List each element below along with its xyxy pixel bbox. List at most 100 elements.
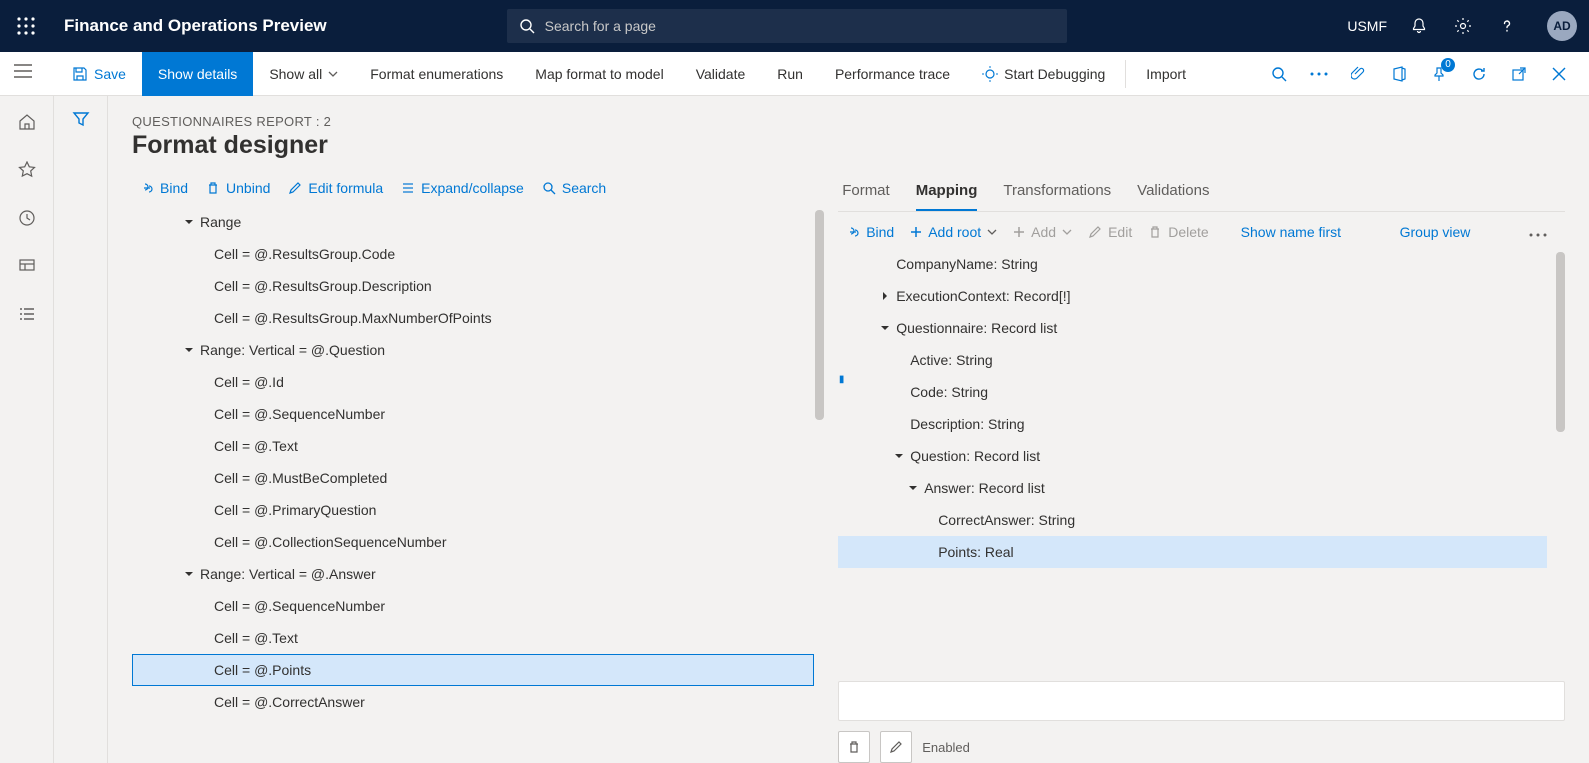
tree-search-button[interactable]: Search xyxy=(542,180,606,196)
save-button[interactable]: Save xyxy=(56,52,142,96)
app-title: Finance and Operations Preview xyxy=(64,16,327,36)
tree-row[interactable]: Cell = @.CollectionSequenceNumber xyxy=(132,526,814,558)
tree-row[interactable]: Cell = @.Text xyxy=(132,622,814,654)
tree-row[interactable]: Range: Vertical = @.Answer xyxy=(132,558,814,590)
search-icon xyxy=(542,181,556,195)
debug-icon xyxy=(982,66,998,82)
caret-down-icon[interactable] xyxy=(184,569,200,579)
avatar[interactable]: AD xyxy=(1547,11,1577,41)
performance-trace-button[interactable]: Performance trace xyxy=(819,52,966,96)
bind-button[interactable]: Bind xyxy=(140,180,188,196)
mapping-bind-button[interactable]: Bind xyxy=(846,224,894,240)
add-root-button[interactable]: Add root xyxy=(910,224,997,240)
tree-row[interactable]: Cell = @.ResultsGroup.Description xyxy=(132,270,814,302)
hamburger-icon[interactable] xyxy=(14,64,32,81)
help-icon[interactable] xyxy=(1495,14,1519,38)
tree-row[interactable]: Questionnaire: Record list xyxy=(838,312,1547,344)
popout-icon[interactable] xyxy=(1505,60,1533,88)
search-input[interactable] xyxy=(545,18,1055,34)
delete-enabled-button[interactable] xyxy=(838,731,870,763)
map-format-button[interactable]: Map format to model xyxy=(519,52,679,96)
tree-row[interactable]: Cell = @.CorrectAnswer xyxy=(132,686,814,718)
tree-label: Question: Record list xyxy=(910,448,1040,464)
tree-label: CompanyName: String xyxy=(896,256,1038,272)
tree-row[interactable]: ExecutionContext: Record[!] xyxy=(838,280,1547,312)
run-button[interactable]: Run xyxy=(761,52,819,96)
tree-row[interactable]: Cell = @.Text xyxy=(132,430,814,462)
scrollbar[interactable] xyxy=(1556,252,1565,432)
edit-enabled-button[interactable] xyxy=(880,731,912,763)
validate-button[interactable]: Validate xyxy=(680,52,762,96)
tab-validations[interactable]: Validations xyxy=(1137,174,1209,211)
start-debugging-button[interactable]: Start Debugging xyxy=(966,52,1121,96)
pin-icon[interactable]: 0 xyxy=(1425,60,1453,88)
close-icon[interactable] xyxy=(1545,60,1573,88)
format-enumerations-button[interactable]: Format enumerations xyxy=(354,52,519,96)
workspace-icon[interactable] xyxy=(15,254,39,278)
bell-icon[interactable] xyxy=(1407,14,1431,38)
plus-icon xyxy=(910,226,922,238)
tree-row[interactable]: Range: Vertical = @.Question xyxy=(132,334,814,366)
tree-row[interactable]: Cell = @.PrimaryQuestion xyxy=(132,494,814,526)
trash-icon xyxy=(847,740,861,754)
mapping-tree[interactable]: CompanyName: String ExecutionContext: Rec… xyxy=(838,248,1565,675)
attach-icon[interactable] xyxy=(1345,60,1373,88)
group-view-button[interactable]: Group view xyxy=(1400,224,1471,240)
tree-row[interactable]: Cell = @.Points xyxy=(132,654,814,686)
unbind-button[interactable]: Unbind xyxy=(206,180,270,196)
more-icon[interactable] xyxy=(1529,224,1557,240)
filter-icon[interactable] xyxy=(72,110,90,763)
tree-label: Points: Real xyxy=(938,544,1013,560)
show-details-button[interactable]: Show details xyxy=(142,52,253,96)
tree-row[interactable]: Code: String xyxy=(838,376,1547,408)
tree-row[interactable]: Answer: Record list xyxy=(838,472,1547,504)
tab-mapping[interactable]: Mapping xyxy=(916,174,978,211)
tree-row[interactable]: Question: Record list xyxy=(838,440,1547,472)
tree-row[interactable]: Cell = @.ResultsGroup.MaxNumberOfPoints xyxy=(132,302,814,334)
tree-row[interactable]: CorrectAnswer: String xyxy=(838,504,1547,536)
tree-row[interactable]: Points: Real xyxy=(838,536,1547,568)
home-icon[interactable] xyxy=(15,110,39,134)
modules-icon[interactable] xyxy=(15,302,39,326)
tree-row[interactable]: Cell = @.ResultsGroup.Code xyxy=(132,238,814,270)
refresh-icon[interactable] xyxy=(1465,60,1493,88)
search-action-icon[interactable] xyxy=(1265,60,1293,88)
office-icon[interactable] xyxy=(1385,60,1413,88)
caret-down-icon[interactable] xyxy=(894,451,910,461)
company-label[interactable]: USMF xyxy=(1347,18,1387,34)
caret-down-icon[interactable] xyxy=(184,217,200,227)
format-tree[interactable]: Range Cell = @.ResultsGroup.Code Cell = @.… xyxy=(132,206,824,763)
show-all-button[interactable]: Show all xyxy=(253,52,354,96)
tab-format[interactable]: Format xyxy=(842,174,890,211)
search-box[interactable] xyxy=(507,9,1067,43)
formula-box[interactable] xyxy=(838,681,1565,721)
caret-down-icon[interactable] xyxy=(880,323,896,333)
add-button: Add xyxy=(1013,224,1072,240)
expand-collapse-button[interactable]: Expand/collapse xyxy=(401,180,524,196)
tree-row[interactable]: CompanyName: String xyxy=(838,248,1547,280)
waffle-icon[interactable] xyxy=(12,12,40,40)
star-icon[interactable] xyxy=(15,158,39,182)
scrollbar[interactable] xyxy=(815,210,824,420)
tree-row[interactable]: Description: String xyxy=(838,408,1547,440)
trash-icon xyxy=(206,181,220,195)
tree-row[interactable]: Cell = @.MustBeCompleted xyxy=(132,462,814,494)
tab-transformations[interactable]: Transformations xyxy=(1003,174,1111,211)
caret-down-icon[interactable] xyxy=(184,345,200,355)
tree-row[interactable]: Active: String xyxy=(838,344,1547,376)
tree-row[interactable]: Cell = @.Id xyxy=(132,366,814,398)
show-name-first-button[interactable]: Show name first xyxy=(1241,224,1341,240)
tree-label: Cell = @.CorrectAnswer xyxy=(214,694,365,710)
edit-formula-button[interactable]: Edit formula xyxy=(288,180,383,196)
caret-right-icon[interactable] xyxy=(880,291,896,301)
gear-icon[interactable] xyxy=(1451,14,1475,38)
tree-label: Cell = @.ResultsGroup.Code xyxy=(214,246,395,262)
tree-label: Range: Vertical = @.Answer xyxy=(200,566,376,582)
tree-row[interactable]: Cell = @.SequenceNumber xyxy=(132,398,814,430)
tree-row[interactable]: Cell = @.SequenceNumber xyxy=(132,590,814,622)
more-actions-icon[interactable] xyxy=(1305,60,1333,88)
import-button[interactable]: Import xyxy=(1130,52,1202,96)
caret-down-icon[interactable] xyxy=(908,483,924,493)
tree-row[interactable]: Range xyxy=(132,206,814,238)
clock-icon[interactable] xyxy=(15,206,39,230)
